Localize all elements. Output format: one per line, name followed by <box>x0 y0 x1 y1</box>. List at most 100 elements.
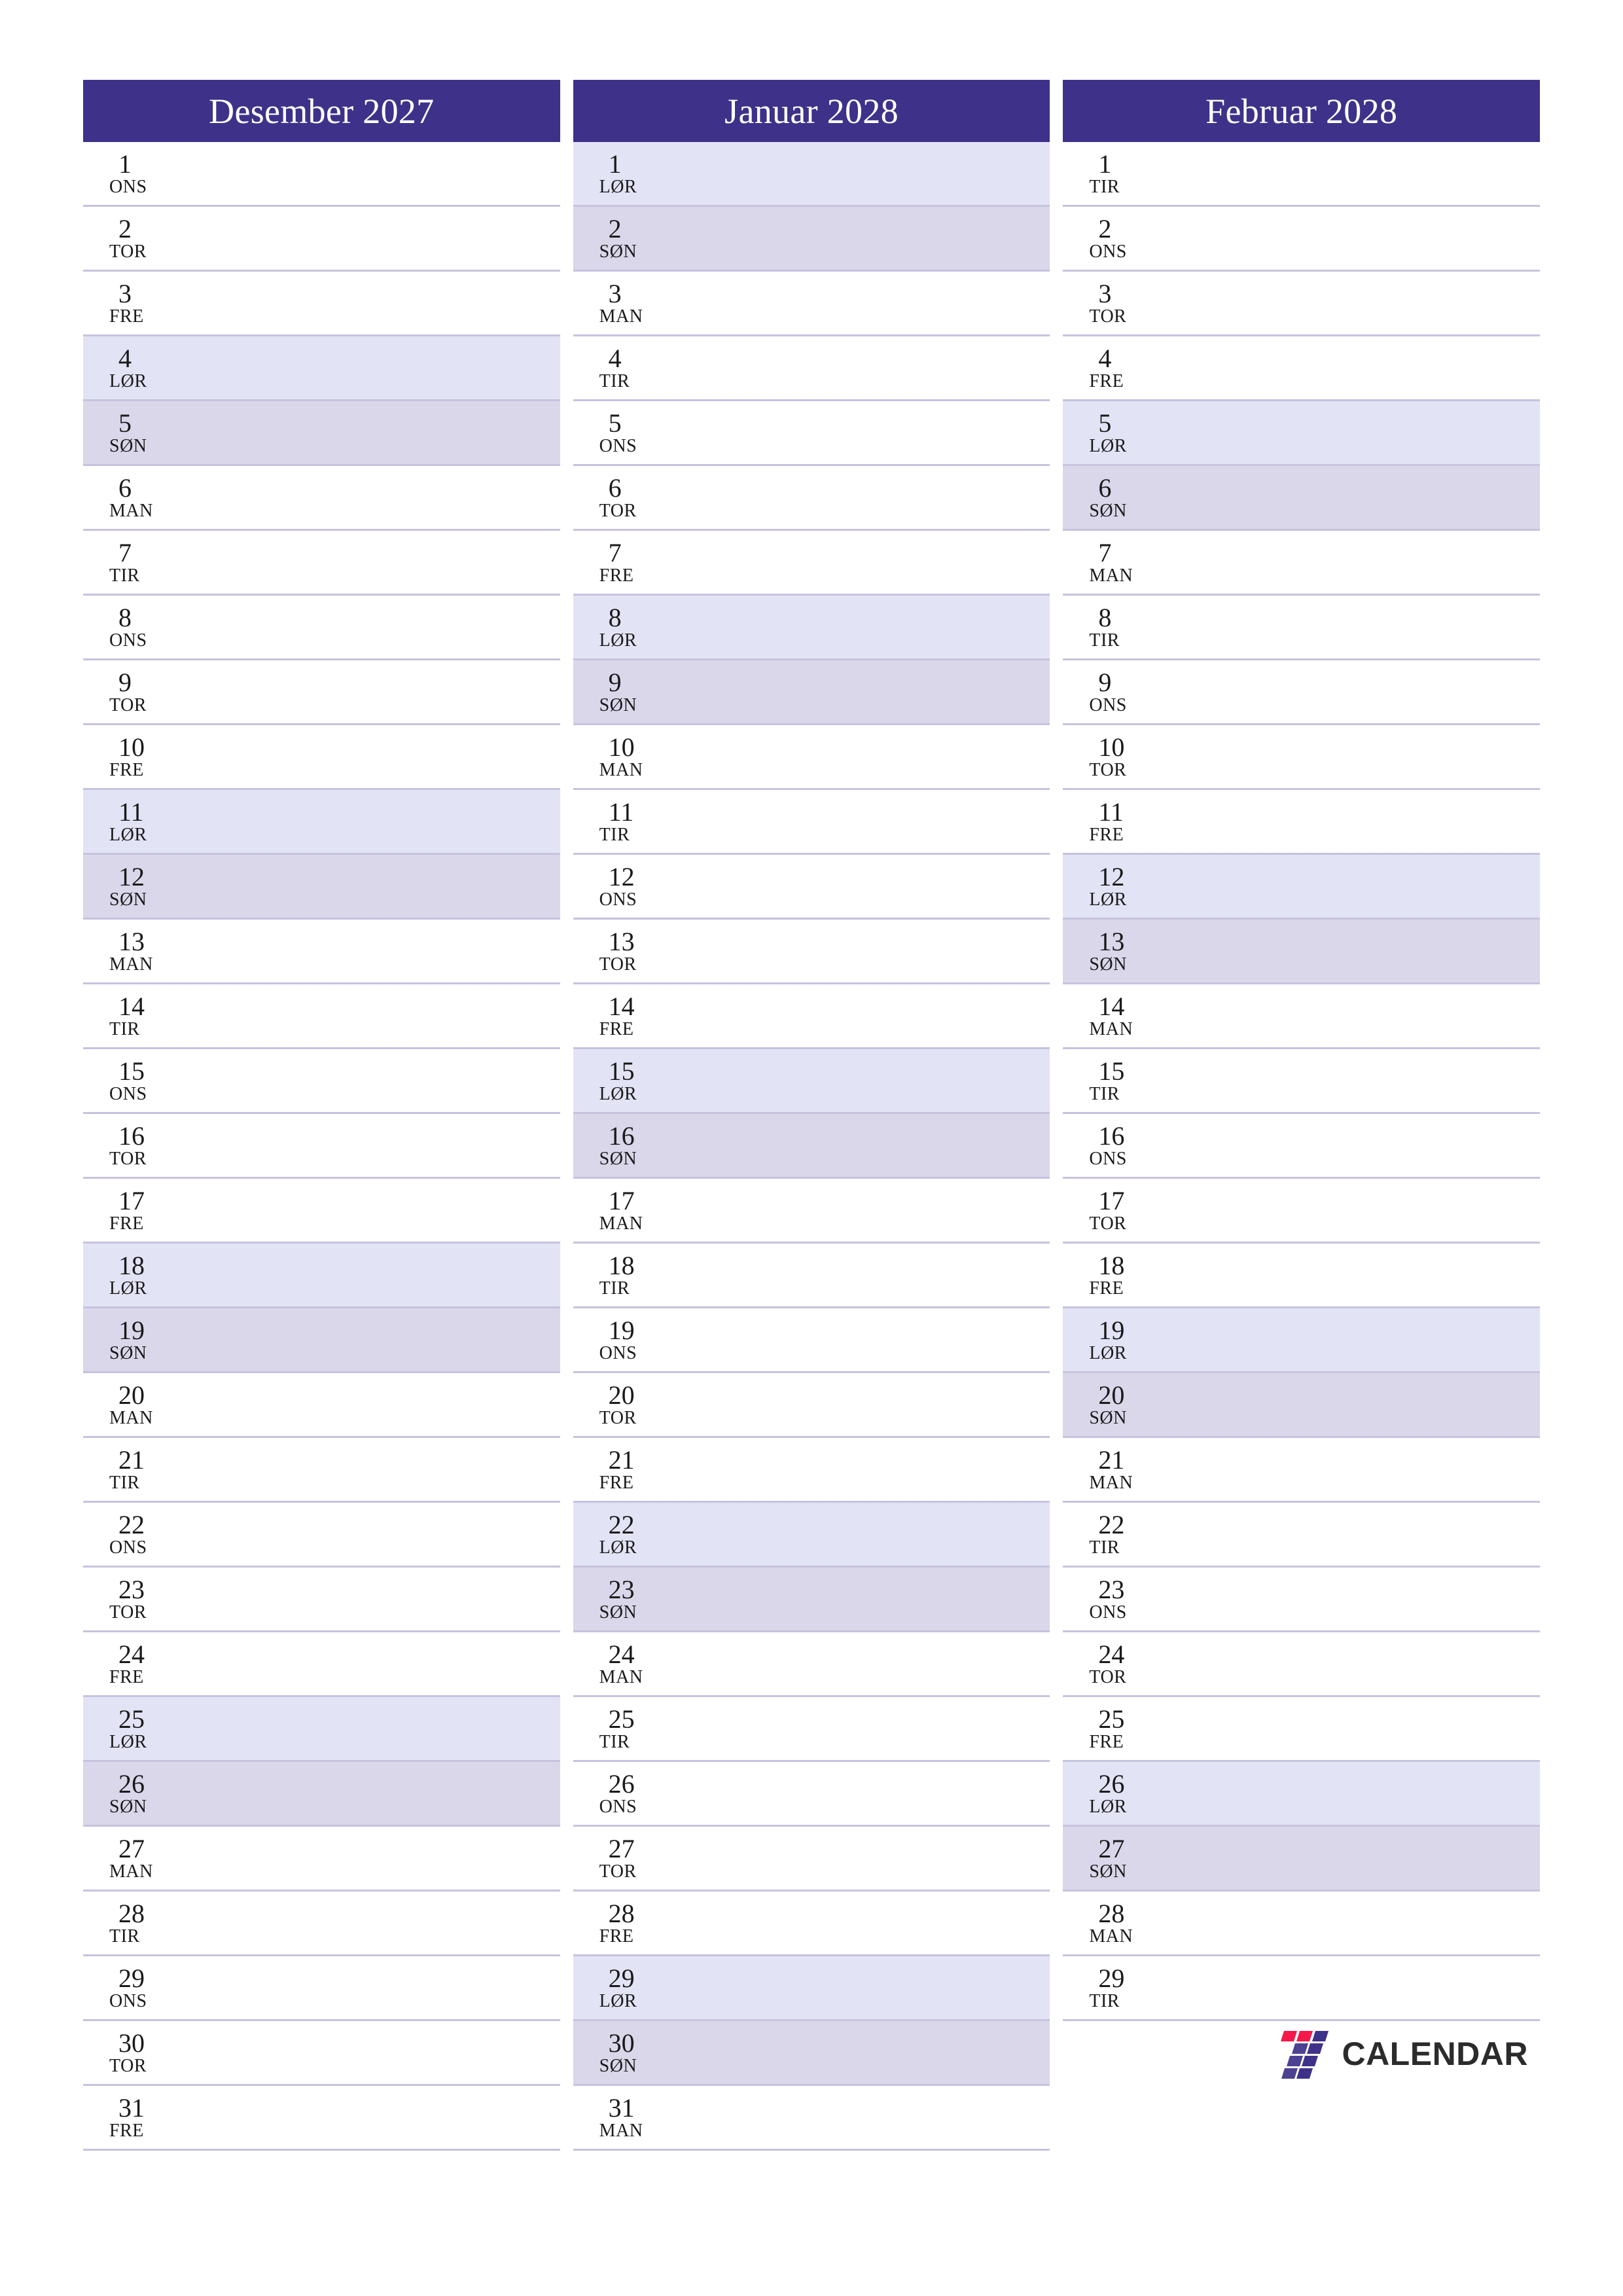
day-row[interactable]: 16 ONS <box>1063 1114 1541 1179</box>
day-row[interactable]: 17 TOR <box>1063 1179 1541 1244</box>
day-row[interactable]: 11 TIR <box>573 790 1050 855</box>
day-row[interactable]: 7 MAN <box>1063 531 1541 596</box>
day-row[interactable]: 26 ONS <box>573 1762 1050 1827</box>
day-row[interactable]: 3 TOR <box>1063 272 1541 336</box>
day-row[interactable]: 17 FRE <box>83 1179 560 1244</box>
day-row[interactable]: 31 MAN <box>573 2086 1050 2151</box>
day-row[interactable]: 9 SØN <box>573 660 1050 725</box>
day-row[interactable]: 23 SØN <box>573 1568 1050 1632</box>
day-row[interactable]: 4 LØR <box>83 336 560 401</box>
day-row[interactable]: 29 TIR <box>1063 1956 1541 2021</box>
day-row[interactable]: 10 FRE <box>83 725 560 790</box>
day-number: 20 <box>608 1380 635 1410</box>
day-row[interactable]: 3 MAN <box>573 272 1050 336</box>
day-row[interactable]: 1 LØR <box>573 142 1050 207</box>
day-row[interactable]: 18 FRE <box>1063 1244 1541 1308</box>
day-row[interactable]: 2 TOR <box>83 207 560 272</box>
day-row[interactable]: 5 LØR <box>1063 401 1541 466</box>
day-row[interactable]: 9 TOR <box>83 660 560 725</box>
day-row[interactable]: 20 TOR <box>573 1373 1050 1438</box>
day-row[interactable]: 27 TOR <box>573 1827 1050 1892</box>
day-row[interactable]: 27 MAN <box>83 1827 560 1892</box>
day-row[interactable]: 19 SØN <box>83 1308 560 1373</box>
day-weekday-label: SØN <box>109 1342 147 1363</box>
day-row[interactable]: 15 LØR <box>573 1049 1050 1114</box>
day-row[interactable]: 6 MAN <box>83 466 560 531</box>
day-row[interactable]: 29 LØR <box>573 1956 1050 2021</box>
day-row[interactable]: 14 TIR <box>83 984 560 1049</box>
day-row[interactable]: 25 TIR <box>573 1697 1050 1762</box>
day-number: 7 <box>1098 537 1112 567</box>
day-number: 30 <box>608 2028 635 2058</box>
day-row[interactable]: 27 SØN <box>1063 1827 1541 1892</box>
day-row[interactable]: 24 MAN <box>573 1632 1050 1697</box>
day-row[interactable]: 8 ONS <box>83 596 560 660</box>
day-weekday-label: MAN <box>109 1407 153 1428</box>
day-row[interactable]: 19 LØR <box>1063 1308 1541 1373</box>
day-row[interactable]: 13 SØN <box>1063 920 1541 984</box>
day-row[interactable]: 15 TIR <box>1063 1049 1541 1114</box>
day-row[interactable]: 23 ONS <box>1063 1568 1541 1632</box>
day-row[interactable]: 30 TOR <box>83 2021 560 2086</box>
day-row[interactable]: 12 SØN <box>83 855 560 920</box>
day-row[interactable]: 22 ONS <box>83 1503 560 1568</box>
day-row[interactable]: 11 LØR <box>83 790 560 855</box>
day-row[interactable]: 31 FRE <box>83 2086 560 2151</box>
day-row[interactable]: 24 TOR <box>1063 1632 1541 1697</box>
day-row[interactable]: 25 LØR <box>83 1697 560 1762</box>
day-row[interactable]: 9 ONS <box>1063 660 1541 725</box>
day-row[interactable]: 12 ONS <box>573 855 1050 920</box>
day-row[interactable]: 30 SØN <box>573 2021 1050 2086</box>
day-row[interactable]: 18 TIR <box>573 1244 1050 1308</box>
day-row[interactable]: 21 MAN <box>1063 1438 1541 1503</box>
day-row[interactable]: 1 TIR <box>1063 142 1541 207</box>
day-row[interactable]: 17 MAN <box>573 1179 1050 1244</box>
day-row[interactable]: 8 TIR <box>1063 596 1541 660</box>
day-row[interactable]: 2 ONS <box>1063 207 1541 272</box>
day-row[interactable]: 20 SØN <box>1063 1373 1541 1438</box>
day-row[interactable]: 23 TOR <box>83 1568 560 1632</box>
day-row[interactable]: 28 FRE <box>573 1892 1050 1956</box>
day-row[interactable]: 5 SØN <box>83 401 560 466</box>
day-row[interactable]: 21 FRE <box>573 1438 1050 1503</box>
day-row[interactable]: 10 TOR <box>1063 725 1541 790</box>
day-row[interactable]: 13 MAN <box>83 920 560 984</box>
day-row[interactable]: 22 TIR <box>1063 1503 1541 1568</box>
day-row[interactable]: 16 SØN <box>573 1114 1050 1179</box>
day-row[interactable]: 29 ONS <box>83 1956 560 2021</box>
day-row[interactable]: 25 FRE <box>1063 1697 1541 1762</box>
day-row[interactable]: 7 TIR <box>83 531 560 596</box>
day-row[interactable]: 6 SØN <box>1063 466 1541 531</box>
day-weekday-label: SØN <box>599 694 637 715</box>
day-row[interactable]: 6 TOR <box>573 466 1050 531</box>
day-row[interactable]: 11 FRE <box>1063 790 1541 855</box>
day-row[interactable]: 14 FRE <box>573 984 1050 1049</box>
day-row[interactable]: 4 TIR <box>573 336 1050 401</box>
day-row[interactable]: 1 ONS <box>83 142 560 207</box>
day-row[interactable]: 7 FRE <box>573 531 1050 596</box>
day-row[interactable]: 28 MAN <box>1063 1892 1541 1956</box>
day-row[interactable]: 21 TIR <box>83 1438 560 1503</box>
day-row[interactable]: 19 ONS <box>573 1308 1050 1373</box>
day-row[interactable]: 3 FRE <box>83 272 560 336</box>
day-row[interactable]: 12 LØR <box>1063 855 1541 920</box>
day-row[interactable]: 5 ONS <box>573 401 1050 466</box>
day-row[interactable]: 16 TOR <box>83 1114 560 1179</box>
day-number: 24 <box>608 1639 635 1669</box>
day-row[interactable]: 10 MAN <box>573 725 1050 790</box>
day-row[interactable]: 2 SØN <box>573 207 1050 272</box>
day-row[interactable]: 22 LØR <box>573 1503 1050 1568</box>
day-row[interactable]: 24 FRE <box>83 1632 560 1697</box>
day-number: 20 <box>118 1380 145 1410</box>
day-row[interactable]: 4 FRE <box>1063 336 1541 401</box>
day-row[interactable]: 26 SØN <box>83 1762 560 1827</box>
day-row[interactable]: 15 ONS <box>83 1049 560 1114</box>
day-row[interactable]: 26 LØR <box>1063 1762 1541 1827</box>
day-row[interactable]: 14 MAN <box>1063 984 1541 1049</box>
day-row[interactable]: 13 TOR <box>573 920 1050 984</box>
day-row[interactable]: 28 TIR <box>83 1892 560 1956</box>
day-weekday-label: ONS <box>109 1990 147 2011</box>
day-row[interactable]: 18 LØR <box>83 1244 560 1308</box>
day-row[interactable]: 8 LØR <box>573 596 1050 660</box>
day-row[interactable]: 20 MAN <box>83 1373 560 1438</box>
